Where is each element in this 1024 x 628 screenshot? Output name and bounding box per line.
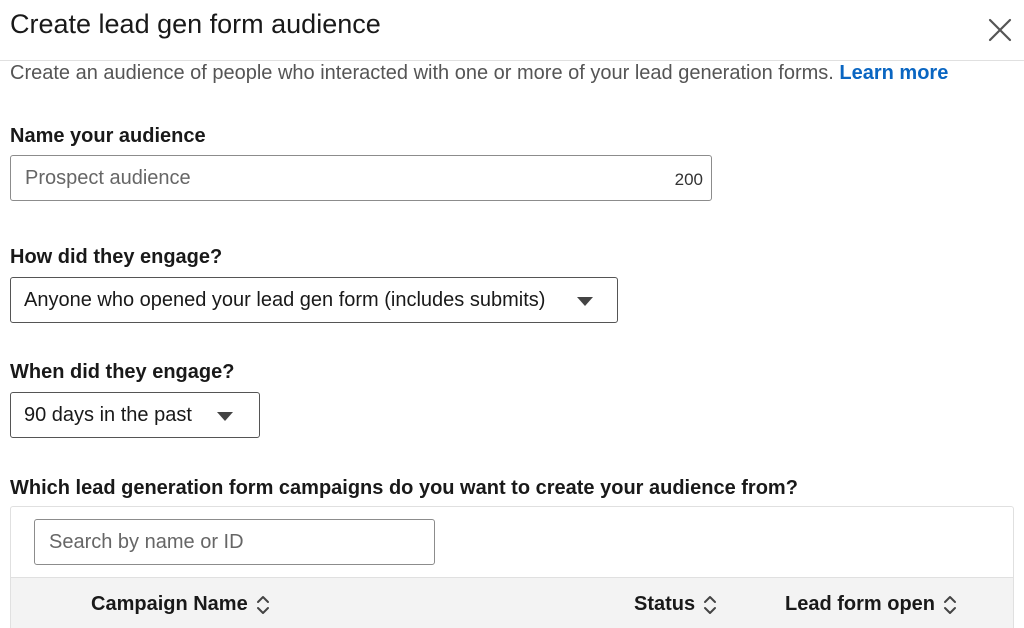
column-header-label: Campaign Name xyxy=(91,593,248,615)
column-header-label: Status xyxy=(634,593,696,615)
intro-text: Create an audience of people who interac… xyxy=(10,62,948,85)
name-audience-label: Name your audience xyxy=(10,125,206,147)
caret-down-icon xyxy=(217,412,233,421)
campaign-search-field[interactable] xyxy=(34,519,435,565)
intro-description: Create an audience of people who interac… xyxy=(10,62,834,84)
campaign-table-header: Campaign Name Status Lead form open xyxy=(11,577,1013,628)
engagement-window-label: When did they engage? xyxy=(10,361,235,383)
char-limit-counter: 200 xyxy=(674,170,703,189)
engagement-type-select[interactable]: Anyone who opened your lead gen form (in… xyxy=(10,277,618,323)
close-icon xyxy=(988,18,1012,42)
modal-header: Create lead gen form audience xyxy=(0,0,1024,60)
lead-gen-audience-modal: Create lead gen form audience Create an … xyxy=(0,0,1024,628)
engagement-window-value: 90 days in the past xyxy=(24,404,192,426)
close-button[interactable] xyxy=(984,14,1016,46)
engagement-window-select[interactable]: 90 days in the past xyxy=(10,392,260,438)
sort-icon xyxy=(256,595,269,614)
column-header-status[interactable]: Status xyxy=(634,593,717,616)
caret-down-icon xyxy=(577,297,593,306)
column-header-campaign-name[interactable]: Campaign Name xyxy=(91,593,270,616)
engagement-type-value: Anyone who opened your lead gen form (in… xyxy=(24,289,546,311)
audience-name-field[interactable]: 200 xyxy=(10,155,712,201)
column-header-label: Lead form open xyxy=(785,593,936,615)
campaign-picker: Campaign Name Status Lead form open xyxy=(10,506,1014,628)
learn-more-link[interactable]: Learn more xyxy=(839,62,948,84)
campaigns-label: Which lead generation form campaigns do … xyxy=(10,477,798,499)
engagement-type-label: How did they engage? xyxy=(10,246,223,268)
audience-name-input[interactable] xyxy=(25,156,645,200)
sort-icon xyxy=(704,595,717,614)
column-header-lead-form-open[interactable]: Lead form open xyxy=(785,593,957,616)
modal-title: Create lead gen form audience xyxy=(10,9,381,39)
campaign-search-input[interactable] xyxy=(49,520,429,564)
sort-icon xyxy=(944,595,957,614)
